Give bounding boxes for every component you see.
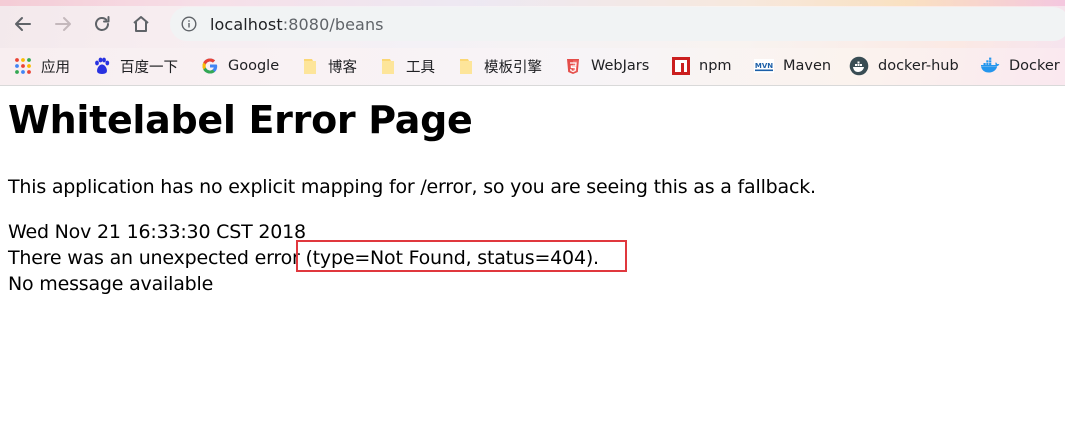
- info-icon[interactable]: [181, 16, 197, 32]
- arrow-right-icon: [55, 17, 71, 31]
- bookmark-label: 应用: [41, 59, 70, 76]
- bookmark-google[interactable]: Google: [201, 54, 279, 78]
- bookmark-label: Maven: [783, 58, 832, 74]
- bookmark-label: docker-hub: [878, 58, 959, 74]
- home-icon: [133, 16, 149, 32]
- bookmark-label: npm: [699, 58, 732, 74]
- bookmark-docker[interactable]: Docker -: [980, 54, 1065, 78]
- apps-grid-icon: [14, 57, 32, 75]
- forward-button[interactable]: [48, 9, 78, 39]
- docker-whale-icon: [980, 57, 1000, 75]
- folder-icon: [301, 57, 319, 75]
- bookmark-label: 工具: [406, 59, 435, 76]
- svg-text:MVN: MVN: [755, 62, 773, 70]
- bookmark-maven[interactable]: MVN Maven: [754, 54, 831, 78]
- address-bar[interactable]: localhost:8080/beans: [170, 7, 1065, 41]
- bookmark-docker-hub[interactable]: docker-hub: [849, 54, 959, 78]
- npm-icon: [672, 57, 690, 75]
- bookmark-label: Docker -: [1009, 58, 1065, 74]
- folder-icon: [379, 57, 397, 75]
- url-path: :8080/beans: [282, 15, 384, 34]
- url-host: localhost: [210, 15, 283, 34]
- back-button[interactable]: [8, 9, 38, 39]
- baidu-paw-icon: [93, 57, 111, 75]
- maven-icon: MVN: [754, 57, 774, 75]
- error-description: This application has no explicit mapping…: [8, 176, 816, 198]
- error-message: No message available: [8, 273, 214, 295]
- error-timestamp: Wed Nov 21 16:33:30 CST 2018: [8, 221, 306, 243]
- bookmark-baidu[interactable]: 百度一下: [93, 54, 178, 78]
- page-title: Whitelabel Error Page: [8, 98, 473, 142]
- bookmark-label: Google: [228, 58, 280, 74]
- reload-button[interactable]: [87, 9, 117, 39]
- bookmark-folder-blog[interactable]: 博客: [301, 54, 357, 78]
- reload-icon: [95, 16, 110, 31]
- folder-icon: [457, 57, 475, 75]
- bookmark-label: WebJars: [591, 58, 650, 74]
- bookmark-folder-template-engine[interactable]: 模板引擎: [457, 54, 542, 78]
- google-g-icon: [201, 57, 219, 75]
- bookmark-apps[interactable]: 应用: [14, 54, 70, 78]
- webjars-icon: [564, 57, 582, 75]
- bookmark-npm[interactable]: npm: [672, 54, 732, 78]
- home-button[interactable]: [126, 9, 156, 39]
- url-text[interactable]: localhost:8080/beans: [210, 15, 384, 34]
- arrow-left-icon: [15, 17, 31, 31]
- bookmark-folder-tools[interactable]: 工具: [379, 54, 435, 78]
- bookmarks-bar: 应用 百度一下 Google 博客 工具 模板引擎 WebJars npm MV…: [0, 48, 1065, 86]
- error-status-prefix: There was an unexpected error: [8, 247, 306, 269]
- browser-toolbar: localhost:8080/beans: [0, 0, 1065, 48]
- highlight-annotation-box: [296, 240, 627, 272]
- bookmark-webjars[interactable]: WebJars: [564, 54, 649, 78]
- bookmark-label: 博客: [328, 59, 357, 76]
- docker-hub-icon: [849, 56, 869, 76]
- bookmark-label: 模板引擎: [484, 59, 542, 76]
- bookmark-label: 百度一下: [120, 59, 178, 76]
